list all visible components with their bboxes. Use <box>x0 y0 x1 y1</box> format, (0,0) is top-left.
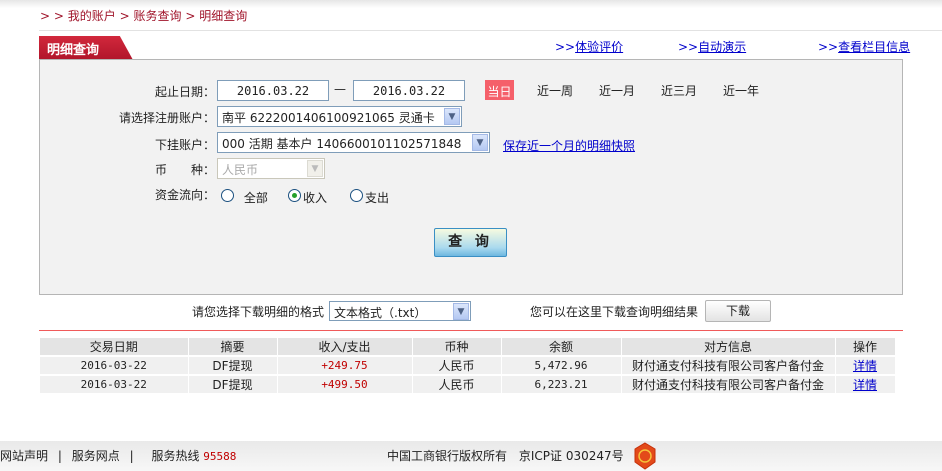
divider-red <box>39 330 903 331</box>
quick-week-button[interactable]: 近一周 <box>537 82 573 99</box>
quick-month-button[interactable]: 近一月 <box>599 82 635 99</box>
footer-statement-link[interactable]: 网站声明 <box>0 449 48 463</box>
table-row: 2016-03-22 DF提现 +249.75 人民币 5,472.96 财付通… <box>40 356 896 376</box>
col-date: 交易日期 <box>40 338 189 357</box>
currency-label: 币 种： <box>154 163 215 177</box>
footer-outlets-link[interactable]: 服务网点 <box>72 449 120 463</box>
chevron-down-icon: ▼ <box>453 303 469 320</box>
table-row: 2016-03-22 DF提现 +499.50 人民币 6,223.21 财付通… <box>40 375 896 395</box>
quick-today-button[interactable]: 当日 <box>485 80 514 100</box>
quick-3month-button[interactable]: 近三月 <box>661 82 697 99</box>
divider <box>39 30 942 31</box>
tab-detail-query[interactable]: 明细查询 <box>39 36 133 60</box>
link-experience-review[interactable]: >>体验评价 <box>555 38 623 55</box>
chevron-down-icon: ▼ <box>472 134 488 151</box>
quick-year-button[interactable]: 近一年 <box>723 82 759 99</box>
account-label: 请选择注册账户： <box>118 111 215 125</box>
col-balance: 余额 <box>501 338 622 357</box>
link-auto-demo[interactable]: >>自动演示 <box>678 38 746 55</box>
footer-icp: 京ICP证 030247号 <box>518 449 624 463</box>
sub-account-label: 下挂账户： <box>154 138 215 152</box>
footer-copyright: 中国工商银行版权所有 <box>387 449 508 463</box>
chevron-down-icon: ▼ <box>444 108 460 125</box>
col-amount: 收入/支出 <box>277 338 413 357</box>
table-header: 交易日期 摘要 收入/支出 币种 余额 对方信息 操作 <box>40 338 896 357</box>
breadcrumb: > > 我的账户 > 账务查询 > 明细查询 <box>40 7 247 24</box>
download-button[interactable]: 下载 <box>705 300 771 322</box>
breadcrumb-sep: > <box>185 9 196 23</box>
save-snapshot-link[interactable]: 保存近一个月的明细快照 <box>503 137 635 154</box>
detail-table: 交易日期 摘要 收入/支出 币种 余额 对方信息 操作 2016-03-22 D… <box>40 338 896 395</box>
download-format-select[interactable]: 文本格式（.txt） ▼ <box>329 301 471 321</box>
link-column-info[interactable]: >>查看栏目信息 <box>818 38 910 55</box>
footer: 网站声明 | 服务网点 | 服务热线 95588 中国工商银行版权所有 京ICP… <box>0 441 942 471</box>
breadcrumb-my-account[interactable]: 我的账户 <box>68 9 116 23</box>
date-label: 起止日期： <box>154 85 215 99</box>
detail-link[interactable]: 详情 <box>853 359 877 373</box>
footer-hotline-label: 服务热线 <box>151 449 200 463</box>
breadcrumb-prefix: > > <box>40 9 64 23</box>
account-select[interactable]: 南平 6222001406100921065 灵通卡 ▼ <box>217 106 462 127</box>
flow-label: 资金流向： <box>154 188 215 202</box>
sub-account-select[interactable]: 000 活期 基本户 1406600101102571848 ▼ <box>217 132 490 153</box>
currency-select: 人民币 ▼ <box>217 158 325 179</box>
query-button[interactable]: 查 询 <box>434 228 507 257</box>
breadcrumb-detail-query: 明细查询 <box>199 9 248 23</box>
flow-radio-income[interactable]: 收入 <box>288 189 327 206</box>
col-summary: 摘要 <box>188 338 278 357</box>
end-date-input[interactable]: 2016.03.22 <box>353 80 465 101</box>
col-action: 操作 <box>835 338 896 357</box>
flow-radio-expense[interactable]: 支出 <box>350 189 389 206</box>
emblem-icon <box>634 442 656 470</box>
radio-icon <box>350 189 363 202</box>
download-format-label: 请您选择下载明细的格式 <box>192 305 325 319</box>
chevron-down-icon: ▼ <box>307 160 323 177</box>
radio-icon <box>221 189 234 202</box>
flow-radio-all[interactable]: 全部 <box>221 189 268 206</box>
date-dash: — <box>334 82 346 96</box>
breadcrumb-account-query[interactable]: 账务查询 <box>134 9 182 23</box>
detail-link[interactable]: 详情 <box>853 378 877 392</box>
start-date-input[interactable]: 2016.03.22 <box>217 80 329 101</box>
footer-hotline: 95588 <box>203 450 237 463</box>
col-counterparty: 对方信息 <box>621 338 836 357</box>
radio-checked-icon <box>288 189 301 202</box>
col-currency: 币种 <box>412 338 502 357</box>
breadcrumb-sep: > <box>119 9 130 23</box>
download-hint: 您可以在这里下载查询明细结果 <box>530 305 699 319</box>
